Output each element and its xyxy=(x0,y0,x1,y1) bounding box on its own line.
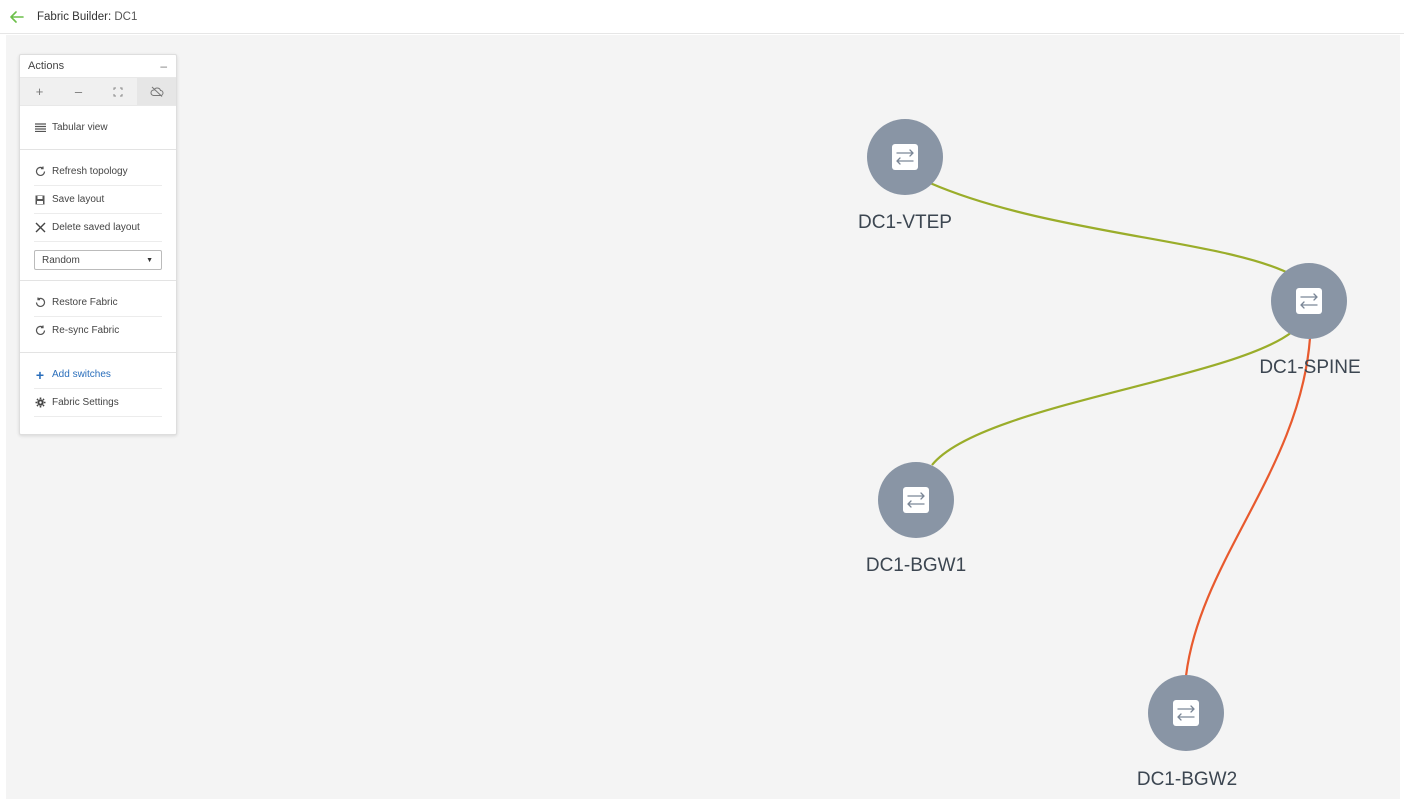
fit-screen-icon xyxy=(113,87,122,96)
zoom-out-button[interactable]: – xyxy=(59,78,98,105)
caret-down-icon: ▼ xyxy=(146,256,153,264)
fabric-section: Restore Fabric Re-sync Fabric xyxy=(20,289,176,353)
actions-title: Actions xyxy=(28,60,65,72)
node-label-bgw2: DC1-BGW2 xyxy=(1136,769,1238,790)
view-section: Tabular view xyxy=(20,106,176,150)
tabular-view-label: Tabular view xyxy=(52,122,108,133)
switch-icon xyxy=(1173,700,1199,726)
refresh-topology-item[interactable]: Refresh topology xyxy=(34,158,162,186)
zoom-in-button[interactable]: + xyxy=(20,78,59,105)
save-layout-item[interactable]: Save layout xyxy=(34,186,162,214)
cloud-off-icon xyxy=(150,86,163,97)
layout-select-value: Random xyxy=(42,254,80,266)
switch-node-bgw2[interactable] xyxy=(1148,675,1224,751)
delete-saved-layout-item[interactable]: Delete saved layout xyxy=(34,214,162,242)
refresh-icon xyxy=(34,325,46,337)
node-label-spine: DC1-SPINE xyxy=(1259,357,1361,378)
list-icon xyxy=(34,122,46,134)
zoom-toolbar: + – xyxy=(20,77,176,106)
add-switches-item[interactable]: + Add switches xyxy=(34,361,162,389)
zoom-out-icon: – xyxy=(74,84,83,99)
save-icon xyxy=(34,194,46,206)
manage-section: + Add switches Fabric Settings xyxy=(20,361,176,417)
switch-node-bgw1[interactable] xyxy=(878,462,954,538)
switch-icon xyxy=(1296,288,1322,314)
actions-panel-header: Actions – xyxy=(20,55,176,77)
layout-select[interactable]: Random ▼ xyxy=(34,250,162,270)
collapse-button[interactable]: – xyxy=(160,59,167,73)
refresh-topology-label: Refresh topology xyxy=(52,166,128,177)
restore-fabric-label: Restore Fabric xyxy=(52,297,118,308)
restore-fabric-item[interactable]: Restore Fabric xyxy=(34,289,162,317)
fit-screen-button[interactable] xyxy=(98,78,137,105)
delete-saved-layout-label: Delete saved layout xyxy=(52,222,140,233)
close-icon xyxy=(34,222,46,234)
switch-node-vtep[interactable] xyxy=(867,119,943,195)
switch-icon xyxy=(892,144,918,170)
plus-icon: + xyxy=(35,366,45,383)
zoom-in-icon: + xyxy=(35,84,44,99)
link-spine-bgw1[interactable] xyxy=(931,331,1293,466)
save-layout-label: Save layout xyxy=(52,194,105,205)
layout-section: Refresh topology Save layout Delete save… xyxy=(20,158,176,281)
actions-panel: Actions – + – Tabular view Refresh topol… xyxy=(19,54,177,435)
add-switches-label: Add switches xyxy=(52,369,111,380)
node-label-vtep: DC1-VTEP xyxy=(858,212,952,233)
cloud-off-button[interactable] xyxy=(137,78,176,105)
topology-graph[interactable] xyxy=(0,0,1404,799)
link-spine-bgw2[interactable] xyxy=(1184,337,1312,677)
restore-icon xyxy=(34,297,46,309)
gear-icon xyxy=(34,397,46,409)
node-label-bgw1: DC1-BGW1 xyxy=(865,555,967,576)
refresh-icon xyxy=(34,166,46,178)
switch-node-spine[interactable] xyxy=(1271,263,1347,339)
tabular-view-item[interactable]: Tabular view xyxy=(34,106,162,149)
switch-icon xyxy=(903,487,929,513)
fabric-settings-item[interactable]: Fabric Settings xyxy=(34,389,162,417)
fabric-settings-label: Fabric Settings xyxy=(52,397,119,408)
resync-fabric-item[interactable]: Re-sync Fabric xyxy=(34,317,162,344)
link-vtep-spine[interactable] xyxy=(929,181,1295,277)
resync-fabric-label: Re-sync Fabric xyxy=(52,325,120,336)
